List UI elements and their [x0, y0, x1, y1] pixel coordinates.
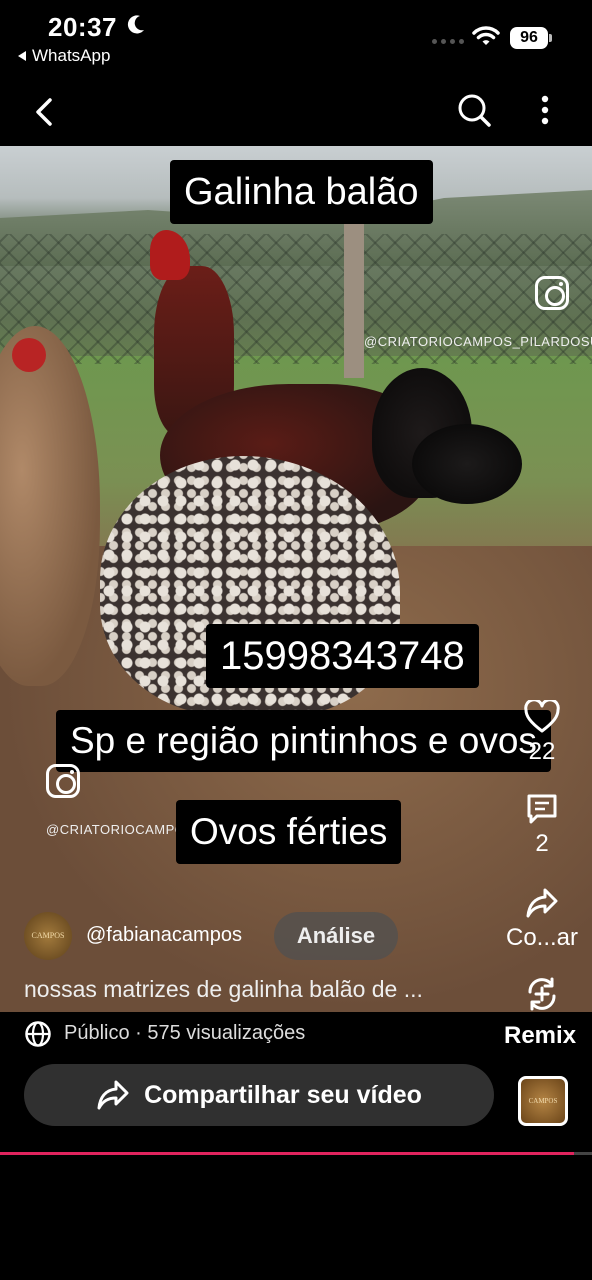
video-thumbnail[interactable]: CAMPOS — [518, 1076, 568, 1126]
share-icon[interactable] — [525, 886, 559, 920]
like-action[interactable]: 22 — [492, 700, 592, 766]
info-bar: Público · 575 visualizações Remix — [0, 1012, 592, 1064]
overlay-region: Sp e região pintinhos e ovos — [56, 710, 551, 772]
signal-icon — [432, 39, 464, 44]
video-progress-bar[interactable] — [0, 1152, 592, 1155]
back-arrow-icon[interactable] — [26, 92, 66, 132]
analise-button[interactable]: Análise — [274, 912, 398, 960]
video-caption[interactable]: nossas matrizes de galinha balão de ... — [24, 976, 423, 1003]
top-nav — [0, 80, 592, 146]
moon-icon — [127, 15, 144, 34]
status-time: 20:37 — [48, 12, 117, 42]
watermark: @CRIATORIOCAMPOS_PILARDOSUL — [364, 334, 592, 349]
hen-comb — [12, 338, 46, 372]
status-bar: 20:37 WhatsApp 96 — [0, 0, 592, 80]
wifi-icon — [472, 26, 500, 45]
comments-count: 2 — [535, 830, 549, 857]
remix-action[interactable] — [492, 976, 592, 1012]
back-app-label: WhatsApp — [32, 46, 111, 65]
overlay-title: Galinha balão — [170, 160, 433, 224]
video-progress-fill — [0, 1152, 575, 1155]
share-action[interactable]: Co...ar — [492, 886, 592, 952]
likes-count: 22 — [528, 738, 556, 765]
battery-indicator: 96 — [510, 27, 552, 49]
search-icon[interactable] — [454, 90, 494, 130]
comment-action[interactable]: 2 — [492, 792, 592, 858]
author-username[interactable]: @fabianacampos — [86, 924, 242, 947]
black-chicken — [412, 424, 522, 504]
remix-label[interactable]: Remix — [504, 1022, 576, 1050]
share-label: Co...ar — [505, 924, 579, 951]
share-video-button[interactable]: Compartilhar seu vídeo — [24, 1064, 494, 1126]
video-player[interactable]: Galinha balão @CRIATORIOCAMPOS_PILARDOSU… — [0, 146, 592, 1012]
back-triangle-icon — [18, 51, 26, 61]
fence-post — [344, 224, 364, 378]
overlay-phone: 15998343748 — [206, 624, 479, 688]
comment-icon[interactable] — [525, 792, 559, 826]
instagram-icon — [535, 276, 569, 310]
overlay-eggs: Ovos férties — [176, 800, 402, 864]
share-arrow-icon — [97, 1080, 129, 1110]
back-to-app-link[interactable]: WhatsApp — [18, 46, 110, 66]
heart-icon[interactable] — [524, 700, 560, 734]
instagram-icon — [46, 764, 80, 798]
remix-icon[interactable] — [524, 976, 560, 1012]
share-video-label: Compartilhar seu vídeo — [144, 1080, 422, 1109]
globe-icon — [25, 1021, 51, 1047]
more-vertical-icon[interactable] — [530, 90, 560, 130]
visibility-views: Público · 575 visualizações — [64, 1022, 306, 1044]
avatar[interactable]: CAMPOS — [24, 912, 72, 960]
